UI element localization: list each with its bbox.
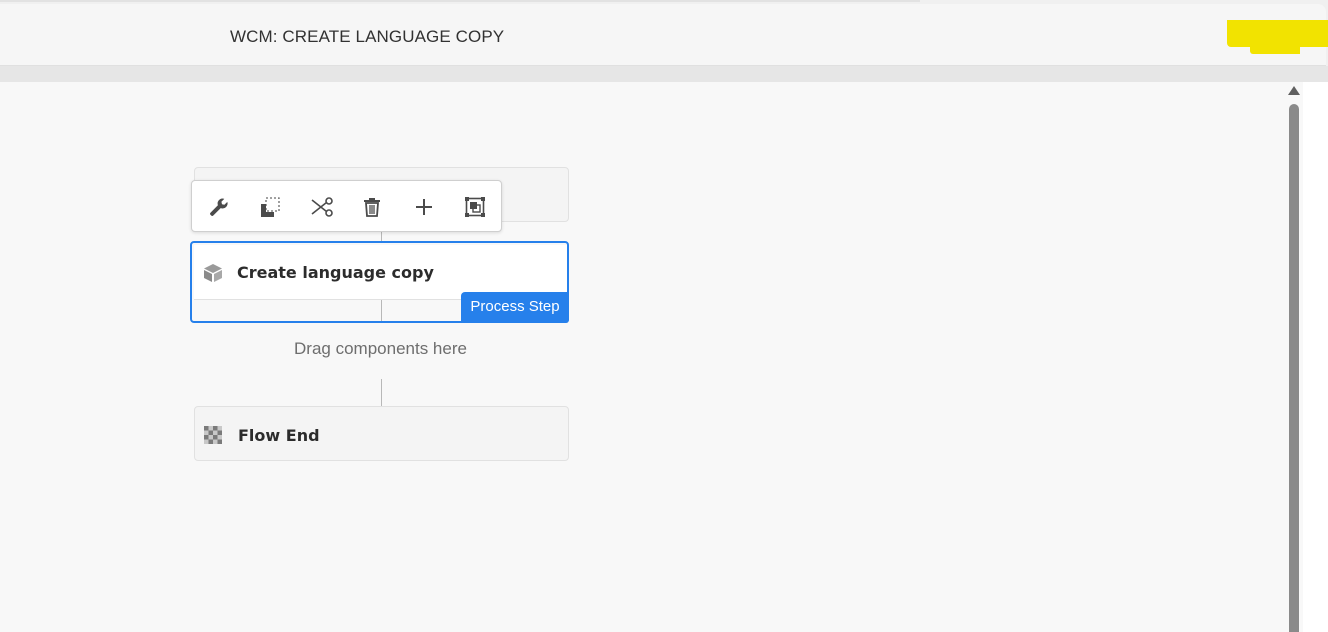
insert-component-button[interactable] xyxy=(411,194,437,220)
component-toolbar xyxy=(191,180,502,232)
trash-icon xyxy=(364,198,380,217)
highlight-mark xyxy=(1227,20,1328,54)
process-step-badge: Process Step xyxy=(461,292,569,323)
checkered-flag-icon xyxy=(204,426,222,444)
page-title: WCM: CREATE LANGUAGE COPY xyxy=(230,27,505,46)
cut-icon xyxy=(311,197,333,217)
flow-end-label: Flow End xyxy=(238,426,320,445)
scrollbar-thumb[interactable] xyxy=(1289,104,1299,632)
group-button[interactable] xyxy=(462,194,488,220)
right-edge xyxy=(1303,82,1328,632)
group-icon xyxy=(465,197,485,217)
scroll-up-arrow-icon[interactable] xyxy=(1288,86,1300,95)
top-border xyxy=(0,0,920,2)
copy-icon xyxy=(261,197,280,217)
copy-button[interactable] xyxy=(257,194,283,220)
configure-button[interactable] xyxy=(206,194,232,220)
wrench-icon xyxy=(210,198,228,216)
plus-icon xyxy=(416,199,432,215)
page-header: WCM: CREATE LANGUAGE COPY xyxy=(0,4,1326,66)
drop-zone-text[interactable]: Drag components here xyxy=(194,339,567,359)
flow-end-node[interactable]: Flow End xyxy=(194,406,569,461)
connector-line xyxy=(381,379,382,406)
delete-button[interactable] xyxy=(359,194,385,220)
cut-button[interactable] xyxy=(309,194,335,220)
editor-gutter xyxy=(0,66,1328,82)
